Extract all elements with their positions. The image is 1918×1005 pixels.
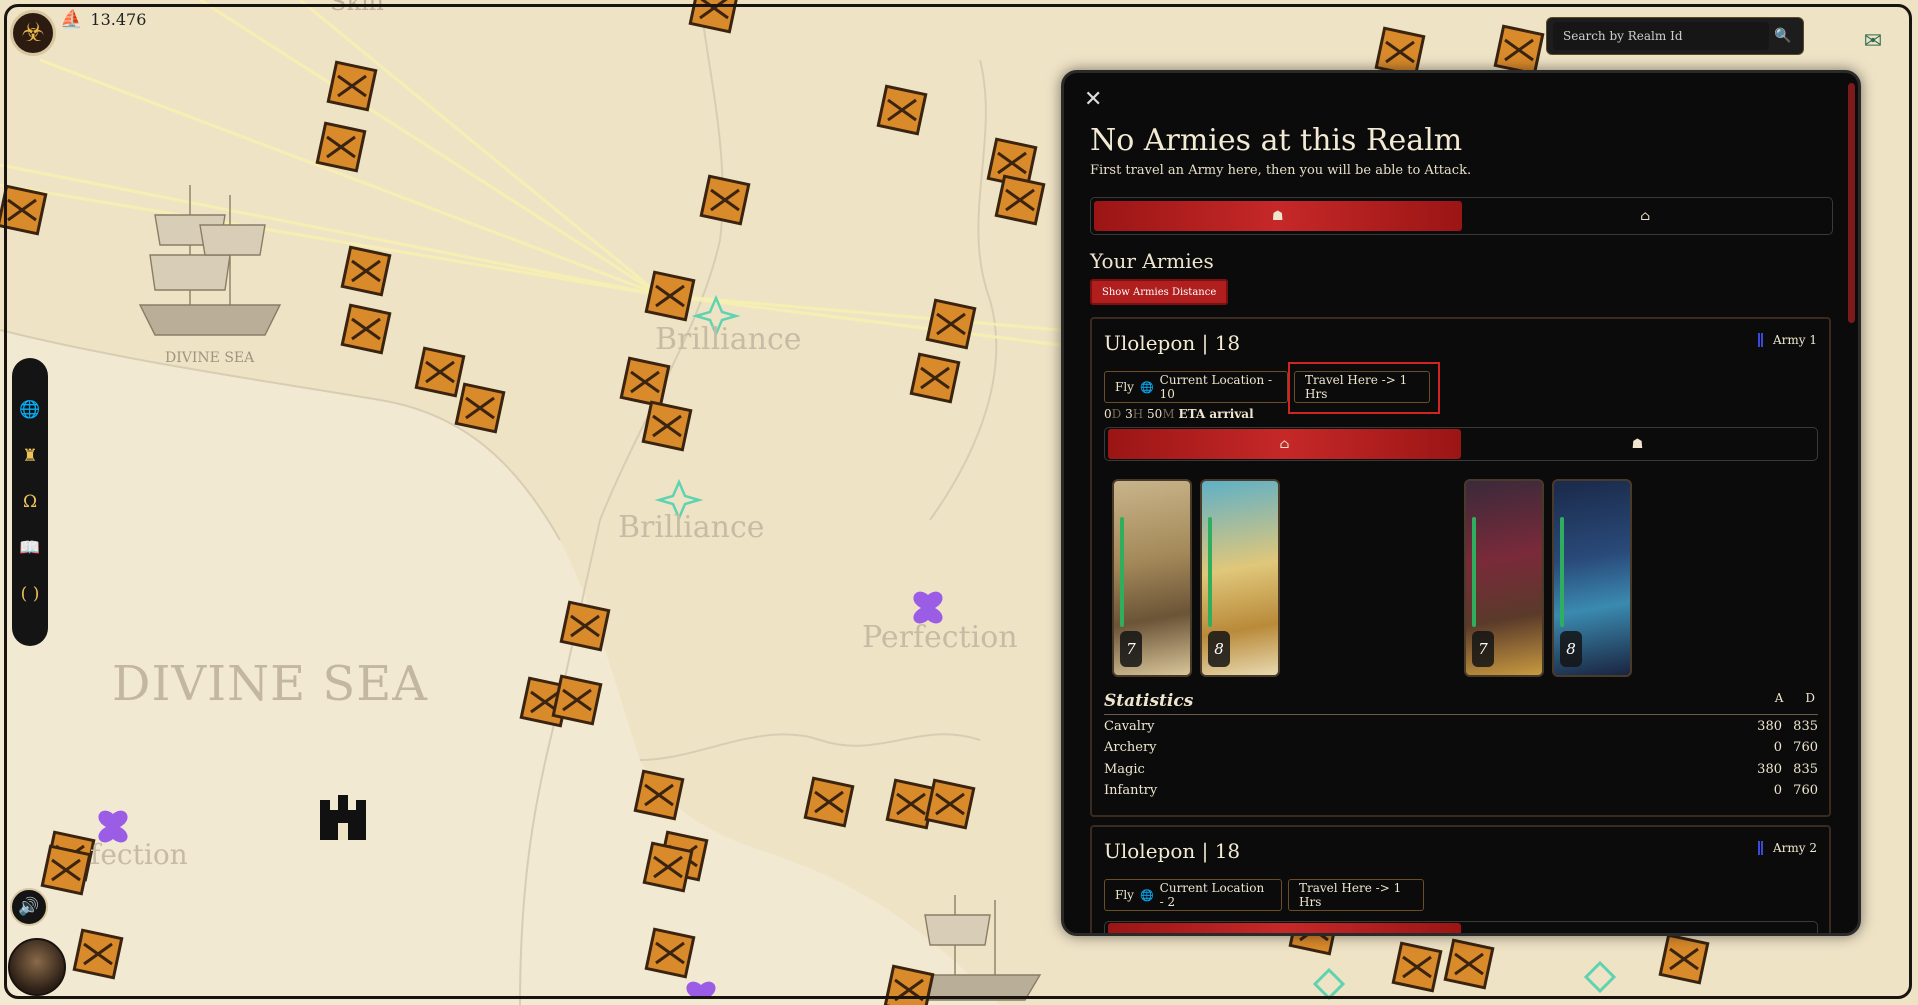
omega-icon[interactable]: Ω <box>18 490 42 514</box>
fly-label: Fly <box>1115 888 1134 902</box>
map-label-divine-sea-small: DIVINE SEA <box>165 350 255 366</box>
current-location-label: Current Location - 10 <box>1159 373 1273 401</box>
biohazard-logo-icon[interactable]: ☣ <box>10 10 56 56</box>
left-sidebar: 🌐 ♜ Ω 📖 ( ) <box>12 358 48 646</box>
card-level: 7 <box>1120 631 1142 667</box>
ship-resource-icon: ⛵ <box>60 8 83 30</box>
realm-search-input[interactable] <box>1553 22 1769 50</box>
card-health-bar <box>1120 517 1124 627</box>
card-health-bar <box>1208 517 1212 627</box>
panel-subtitle: First travel an Army here, then you will… <box>1090 163 1472 178</box>
fly-button[interactable]: Fly 🌐 Current Location - 10 <box>1104 371 1288 403</box>
statistics-columns: A D <box>1775 691 1815 705</box>
helmet-icon: ☗ <box>1631 436 1644 452</box>
search-icon[interactable]: 🔍 <box>1769 22 1797 50</box>
map-label-perfection-1: Perfection <box>862 620 1018 655</box>
card-health-bar <box>1472 517 1476 627</box>
card-level: 8 <box>1208 631 1230 667</box>
card-level: 8 <box>1560 631 1582 667</box>
travel-here-button[interactable]: Travel Here -> 1 Hrs <box>1294 371 1430 403</box>
globe-small-icon: 🌐 <box>1139 380 1154 394</box>
castle-icon[interactable]: ♜ <box>18 444 42 468</box>
castle-map-icon[interactable] <box>320 795 366 840</box>
army-tab-defense[interactable]: ⌂ <box>1108 429 1461 459</box>
helmet-icon: ☗ <box>1271 208 1284 224</box>
tab-realm[interactable]: ⌂ <box>1462 201 1830 231</box>
travel-here-button[interactable]: Travel Here -> 1 Hrs <box>1288 879 1424 911</box>
your-armies-heading: Your Armies <box>1090 249 1214 273</box>
resource-value: 13.476 <box>90 9 147 29</box>
map-label-divine-sea: DIVINE SEA <box>112 656 428 712</box>
army-subtabs <box>1104 921 1818 933</box>
army-pillar-icon <box>1757 841 1763 855</box>
map-label-brilliance-1: Brilliance <box>655 322 802 357</box>
army-name: Ulolepon | 18 <box>1104 331 1241 355</box>
current-location-label: Current Location - 2 <box>1159 881 1265 909</box>
panel-scrollbar[interactable] <box>1848 83 1855 323</box>
army-index: Army 2 <box>1757 841 1817 855</box>
realm-panel: ✕ No Armies at this Realm First travel a… <box>1061 70 1861 936</box>
globe-icon[interactable]: 🌐 <box>18 398 42 422</box>
eta-arrival: 0D 3H 50M ETA arrival <box>1104 407 1254 421</box>
panel-tabs: ☗ ⌂ <box>1090 197 1833 235</box>
wizard-card[interactable]: 8 <box>1552 479 1632 677</box>
army-card-1: Ulolepon | 18 Army 1 Fly 🌐 Current Locat… <box>1090 317 1831 817</box>
statistics-divider <box>1104 714 1818 715</box>
map-label-brilliance-2: Brilliance <box>618 510 765 545</box>
army-index-label: Army 2 <box>1772 841 1817 855</box>
stat-row: Archery 0 760 <box>1104 740 1818 755</box>
bracket-icon[interactable]: ( ) <box>18 582 42 606</box>
show-armies-distance-button[interactable]: Show Armies Distance <box>1090 279 1229 305</box>
scroll-notification-icon[interactable]: ✉ <box>1858 26 1888 56</box>
knight-card[interactable]: 7 <box>1112 479 1192 677</box>
globe-small-icon: 🌐 <box>1139 888 1154 902</box>
army-pillar-icon <box>1757 333 1763 347</box>
army-tab-defense[interactable] <box>1108 923 1461 933</box>
close-icon[interactable]: ✕ <box>1084 89 1106 111</box>
card-level: 7 <box>1472 631 1494 667</box>
map-label-skill: Skill <box>330 0 385 16</box>
army-tab-attack[interactable]: ☗ <box>1461 429 1814 459</box>
army-index-label: Army 1 <box>1772 333 1817 347</box>
stat-row: Magic 380 835 <box>1104 762 1818 777</box>
card-health-bar <box>1560 517 1564 627</box>
resource-bar: ⛵ 13.476 <box>60 6 146 32</box>
panel-title: No Armies at this Realm <box>1090 123 1463 158</box>
sorceress-card[interactable]: 7 <box>1464 479 1544 677</box>
book-icon[interactable]: 📖 <box>18 536 42 560</box>
house-icon: ⌂ <box>1640 208 1651 224</box>
map-label-perfection-2: fection <box>90 838 188 871</box>
fly-button[interactable]: Fly 🌐 Current Location - 2 <box>1104 879 1282 911</box>
realm-search: 🔍 <box>1546 17 1804 55</box>
army-index: Army 1 <box>1757 333 1817 347</box>
army-card-2: Ulolepon | 18 Army 2 Fly 🌐 Current Locat… <box>1090 825 1831 933</box>
attack-column-header: A <box>1774 691 1784 705</box>
fly-label: Fly <box>1115 380 1134 394</box>
stat-row: Infantry 0 760 <box>1104 783 1818 798</box>
bear-warrior-card[interactable]: 8 <box>1200 479 1280 677</box>
stat-row: Cavalry 380 835 <box>1104 719 1818 734</box>
sound-toggle-icon[interactable]: 🔊 <box>10 888 48 926</box>
player-avatar[interactable] <box>8 938 66 996</box>
army-subtabs: ⌂ ☗ <box>1104 427 1818 461</box>
statistics-heading: Statistics <box>1104 691 1194 711</box>
tab-armies[interactable]: ☗ <box>1094 201 1462 231</box>
defense-column-header: D <box>1805 691 1815 705</box>
army-name: Ulolepon | 18 <box>1104 839 1241 863</box>
house-icon: ⌂ <box>1279 436 1290 452</box>
army-tab-attack[interactable] <box>1461 923 1814 933</box>
